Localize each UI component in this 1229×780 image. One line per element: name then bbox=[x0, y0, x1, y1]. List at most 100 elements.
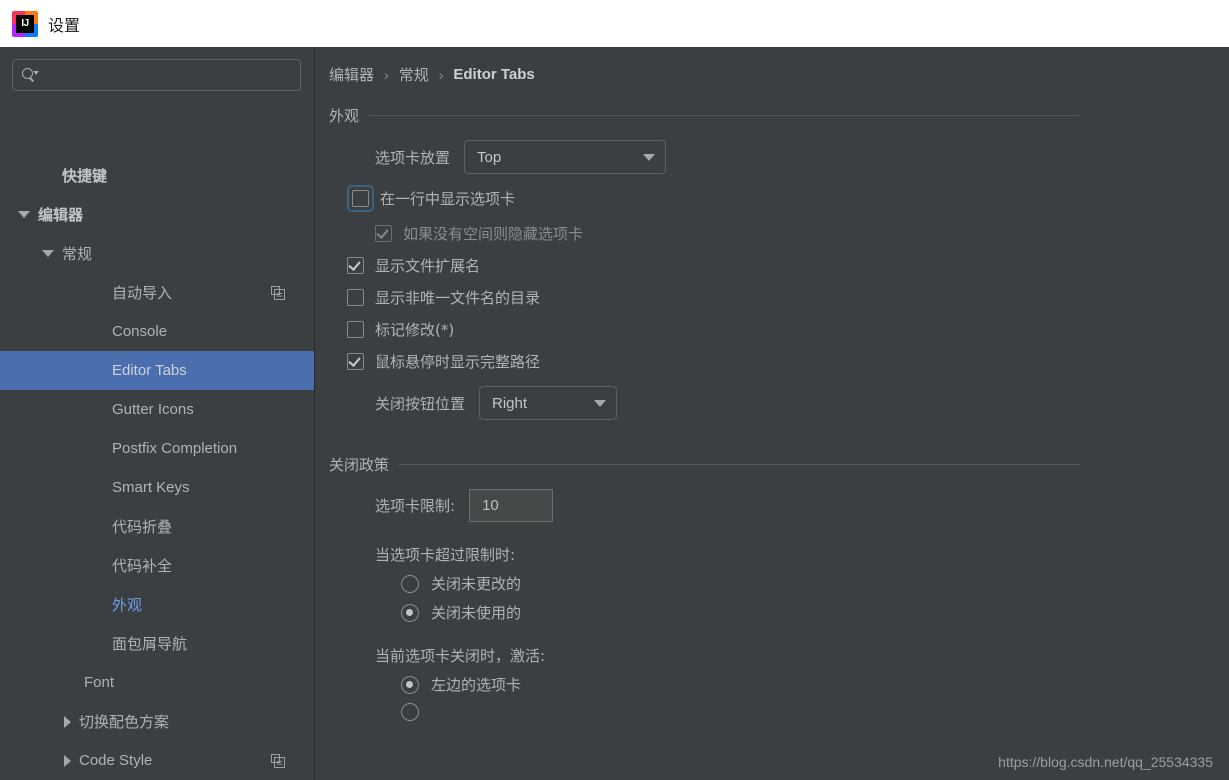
hide-tabs-if-no-space-label: 如果没有空间则隐藏选项卡 bbox=[403, 225, 584, 243]
activate-other-tab-radio[interactable] bbox=[401, 703, 419, 721]
check-icon bbox=[348, 354, 361, 367]
sidebar-item-label: 自动导入 bbox=[112, 284, 173, 302]
show-tabs-one-row-checkbox[interactable] bbox=[352, 190, 369, 207]
radio-dot bbox=[406, 680, 413, 688]
close-unused-row[interactable]: 关闭未使用的 bbox=[329, 602, 1229, 623]
tab-placement-row: 选项卡放置 Top bbox=[329, 140, 1229, 174]
show-directory-non-unique-label: 显示非唯一文件名的目录 bbox=[375, 289, 541, 307]
sidebar-item-代码补全[interactable]: 代码补全 bbox=[0, 546, 315, 585]
chevron-down-icon[interactable] bbox=[18, 211, 30, 218]
closing-policy-section-header: 关闭政策 bbox=[329, 454, 1229, 475]
search-box[interactable] bbox=[12, 59, 301, 91]
breadcrumb: 编辑器 › 常规 › Editor Tabs bbox=[315, 47, 1229, 85]
sidebar-item-Postfix Completion[interactable]: Postfix Completion bbox=[0, 429, 315, 468]
tab-placement-dropdown[interactable]: Top bbox=[464, 140, 667, 174]
close-button-position-row: 关闭按钮位置 Right bbox=[329, 386, 1229, 420]
breadcrumb-item[interactable]: 常规 bbox=[399, 64, 429, 85]
intellij-logo-icon: IJ bbox=[12, 10, 38, 37]
tab-placement-label: 选项卡放置 bbox=[375, 148, 451, 167]
copy-icon[interactable] bbox=[271, 753, 285, 768]
sidebar-item-label: Font bbox=[84, 674, 115, 691]
show-tabs-one-row-row[interactable]: 在一行中显示选项卡 bbox=[329, 185, 1229, 212]
sidebar-item-面包屑导航[interactable]: 面包屑导航 bbox=[0, 624, 315, 663]
settings-sidebar: 快捷键编辑器常规自动导入 Console Editor Tabs Gutter Ico… bbox=[0, 47, 315, 780]
sidebar-item-常规[interactable]: 常规 bbox=[0, 234, 315, 273]
sidebar-item-Code Style[interactable]: Code Style bbox=[0, 741, 315, 780]
sidebar-item-外观[interactable]: 外观 bbox=[0, 585, 315, 624]
section-divider bbox=[399, 464, 1079, 465]
sidebar-item-切换配色方案[interactable]: 切换配色方案 bbox=[0, 702, 315, 741]
show-file-extension-checkbox[interactable] bbox=[347, 257, 364, 274]
watermark: https://blog.csdn.net/qq_25534335 bbox=[998, 754, 1213, 770]
search-icon bbox=[22, 67, 39, 83]
close-button-position-label: 关闭按钮位置 bbox=[375, 394, 466, 413]
sidebar-item-Font[interactable]: Font bbox=[0, 663, 315, 702]
sidebar-item-label: Code Style bbox=[79, 752, 153, 769]
close-unmodified-row[interactable]: 关闭未更改的 bbox=[329, 573, 1229, 594]
tab-limit-row: 选项卡限制: 10 bbox=[329, 489, 1229, 522]
activate-left-tab-row[interactable]: 左边的选项卡 bbox=[329, 674, 1229, 695]
breadcrumb-item[interactable]: 编辑器 bbox=[329, 64, 374, 85]
appearance-section-title: 外观 bbox=[329, 107, 360, 125]
mark-modified-checkbox[interactable] bbox=[347, 321, 364, 338]
show-full-path-on-hover-row[interactable]: 鼠标悬停时显示完整路径 bbox=[329, 351, 1229, 372]
close-unmodified-label: 关闭未更改的 bbox=[431, 575, 522, 593]
sidebar-item-Editor Tabs[interactable]: Editor Tabs bbox=[0, 351, 315, 390]
sidebar-item-快捷键[interactable]: 快捷键 bbox=[0, 156, 315, 195]
tab-limit-value: 10 bbox=[482, 497, 499, 514]
sidebar-item-label: 外观 bbox=[112, 596, 143, 614]
check-icon bbox=[376, 226, 389, 239]
close-unmodified-radio[interactable] bbox=[401, 574, 419, 593]
sidebar-item-代码折叠[interactable]: 代码折叠 bbox=[0, 507, 315, 546]
sidebar-item-label: Console bbox=[112, 323, 168, 340]
tab-limit-input[interactable]: 10 bbox=[469, 489, 554, 522]
activate-other-tab-row[interactable] bbox=[329, 703, 1229, 721]
sidebar-item-自动导入[interactable]: 自动导入 bbox=[0, 273, 315, 312]
tab-limit-label: 选项卡限制: bbox=[375, 497, 456, 515]
sidebar-scrollbar-track[interactable] bbox=[300, 47, 310, 780]
hide-tabs-if-no-space-checkbox[interactable] bbox=[375, 225, 392, 242]
sidebar-item-label: 快捷键 bbox=[62, 167, 108, 185]
chevron-down-icon[interactable] bbox=[42, 250, 54, 257]
sidebar-item-label: Gutter Icons bbox=[112, 401, 194, 418]
sidebar-item-Gutter Icons[interactable]: Gutter Icons bbox=[0, 390, 315, 429]
sidebar-item-Console[interactable]: Console bbox=[0, 312, 315, 351]
close-button-position-value: Right bbox=[492, 394, 528, 412]
close-unused-radio[interactable] bbox=[401, 603, 419, 622]
show-directory-non-unique-checkbox[interactable] bbox=[347, 289, 364, 306]
show-file-extension-row[interactable]: 显示文件扩展名 bbox=[329, 255, 1229, 276]
chevron-right-icon[interactable] bbox=[64, 754, 71, 767]
sidebar-item-label: 代码补全 bbox=[112, 557, 173, 575]
search-input[interactable] bbox=[39, 66, 300, 84]
closing-policy-section-title: 关闭政策 bbox=[329, 456, 390, 474]
show-directory-non-unique-row[interactable]: 显示非唯一文件名的目录 bbox=[329, 287, 1229, 308]
check-icon bbox=[348, 258, 361, 271]
sidebar-item-label: Postfix Completion bbox=[112, 440, 238, 457]
sidebar-item-label: 切换配色方案 bbox=[79, 713, 170, 731]
sidebar-item-label: 编辑器 bbox=[38, 206, 84, 224]
when-current-closed-label: 当前选项卡关闭时，激活: bbox=[375, 647, 546, 665]
sidebar-item-label: Editor Tabs bbox=[112, 362, 187, 379]
settings-tree[interactable]: 快捷键编辑器常规自动导入 Console Editor Tabs Gutter Ico… bbox=[0, 143, 315, 780]
settings-dialog: IJ 设置 快捷键 编辑器 常规 自动导入 Console Editor Tabs Gutt… bbox=[0, 0, 1229, 780]
window-title: 设置 bbox=[48, 15, 81, 35]
tab-placement-value: Top bbox=[477, 148, 502, 166]
show-full-path-on-hover-checkbox[interactable] bbox=[347, 353, 364, 370]
close-unused-label: 关闭未使用的 bbox=[431, 604, 522, 622]
search-area bbox=[0, 47, 315, 91]
sidebar-item-Smart Keys[interactable]: Smart Keys bbox=[0, 468, 315, 507]
chevron-down-icon bbox=[643, 153, 656, 161]
activate-left-tab-radio[interactable] bbox=[401, 675, 419, 694]
close-button-position-dropdown[interactable]: Right bbox=[479, 386, 618, 420]
chevron-right-icon[interactable] bbox=[64, 715, 71, 728]
mark-modified-row[interactable]: 标记修改(*) bbox=[329, 319, 1229, 340]
settings-content: 编辑器 › 常规 › Editor Tabs 外观 选项卡放置 Top 在一行中显示选项… bbox=[315, 47, 1229, 780]
chevron-down-icon bbox=[594, 399, 607, 407]
activate-left-tab-label: 左边的选项卡 bbox=[431, 676, 522, 694]
sidebar-item-row-0[interactable] bbox=[0, 143, 315, 156]
breadcrumb-item: Editor Tabs bbox=[453, 66, 535, 83]
sidebar-item-编辑器[interactable]: 编辑器 bbox=[0, 195, 315, 234]
copy-icon[interactable] bbox=[271, 285, 285, 300]
hide-tabs-if-no-space-row[interactable]: 如果没有空间则隐藏选项卡 bbox=[329, 223, 1229, 244]
sidebar-item-label: 代码折叠 bbox=[112, 518, 173, 536]
